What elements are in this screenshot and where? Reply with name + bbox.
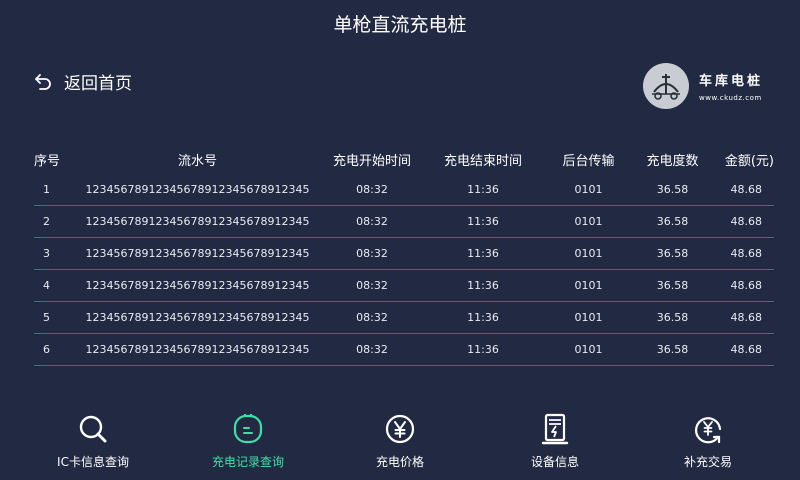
column-header-energy: 充电度数 — [646, 153, 699, 169]
nav-charging-record-query[interactable]: 充电记录查询 — [183, 412, 313, 470]
cell-amount: 48.68 — [730, 311, 763, 324]
table-row[interactable]: 4 12345678912345678912345678912345 08:32… — [34, 270, 774, 302]
cell-energy: 36.58 — [656, 183, 689, 196]
column-header-amount: 金额(元) — [724, 153, 774, 169]
cell-energy: 36.58 — [656, 279, 689, 292]
charger-device-icon — [541, 413, 569, 445]
back-arrow-icon — [35, 73, 51, 90]
table-row[interactable]: 1 12345678912345678912345678912345 08:32… — [34, 174, 774, 206]
nav-charging-price[interactable]: 充电价格 — [335, 412, 465, 470]
cell-amount: 48.68 — [730, 183, 763, 196]
cell-index: 6 — [43, 343, 50, 356]
bottom-navigation: IC卡信息查询 充电记录查询 充电价格 设备信息 补充交易 — [0, 412, 800, 480]
cell-energy: 36.58 — [656, 247, 689, 260]
cell-end-time: 11:36 — [467, 343, 499, 356]
cell-backend-transfer: 0101 — [574, 311, 603, 324]
nav-supplementary-transaction-label: 补充交易 — [683, 455, 732, 469]
table-header: 序号 流水号 充电开始时间 充电结束时间 后台传输 充电度数 金额(元) — [34, 148, 774, 170]
cell-start-time: 08:32 — [356, 279, 388, 292]
cell-index: 3 — [43, 247, 50, 260]
table-row[interactable]: 5 12345678912345678912345678912345 08:32… — [34, 302, 774, 334]
yuan-icon — [385, 414, 415, 444]
column-header-serial: 流水号 — [177, 153, 217, 169]
cell-start-time: 08:32 — [356, 247, 388, 260]
cell-end-time: 11:36 — [467, 311, 499, 324]
brand-logo: 车库电桩 www.ckudz.com — [643, 63, 763, 109]
table-row[interactable]: 6 12345678912345678912345678912345 08:32… — [34, 334, 774, 366]
cell-index: 2 — [43, 215, 50, 228]
transaction-icon — [694, 417, 722, 444]
cell-end-time: 11:36 — [467, 215, 499, 228]
nav-ic-card-query-label: IC卡信息查询 — [57, 455, 129, 469]
cell-start-time: 08:32 — [356, 215, 388, 228]
logo-emblem-icon — [643, 63, 689, 109]
table-row[interactable]: 2 12345678912345678912345678912345 08:32… — [34, 206, 774, 238]
back-home-label: 返回首页 — [64, 74, 132, 94]
nav-device-info-label: 设备信息 — [530, 455, 579, 469]
cell-start-time: 08:32 — [356, 183, 388, 196]
cell-backend-transfer: 0101 — [574, 183, 603, 196]
cell-serial: 12345678912345678912345678912345 — [85, 183, 310, 196]
logo-name: 车库电桩 — [699, 74, 764, 89]
search-icon — [79, 415, 107, 443]
page-title: 单枪直流充电桩 — [333, 14, 467, 36]
nav-charging-record-query-label: 充电记录查询 — [211, 455, 284, 469]
cell-serial: 12345678912345678912345678912345 — [85, 215, 310, 228]
cell-backend-transfer: 0101 — [574, 215, 603, 228]
cell-serial: 12345678912345678912345678912345 — [85, 311, 310, 324]
cell-amount: 48.68 — [730, 279, 763, 292]
nav-ic-card-query[interactable]: IC卡信息查询 — [28, 412, 158, 470]
cell-index: 4 — [43, 279, 50, 292]
cell-index: 1 — [43, 183, 50, 196]
cell-energy: 36.58 — [656, 343, 689, 356]
record-icon — [233, 414, 263, 444]
charging-record-table: 序号 流水号 充电开始时间 充电结束时间 后台传输 充电度数 金额(元) 1 1… — [34, 148, 774, 366]
nav-device-info[interactable]: 设备信息 — [490, 412, 620, 470]
cell-serial: 12345678912345678912345678912345 — [85, 247, 310, 260]
cell-index: 5 — [43, 311, 50, 324]
cell-serial: 12345678912345678912345678912345 — [85, 279, 310, 292]
column-header-end-time: 充电结束时间 — [443, 153, 522, 169]
cell-energy: 36.58 — [656, 311, 689, 324]
cell-backend-transfer: 0101 — [574, 279, 603, 292]
cell-amount: 48.68 — [730, 343, 763, 356]
logo-url: www.ckudz.com — [699, 94, 762, 102]
cell-end-time: 11:36 — [467, 247, 499, 260]
cell-start-time: 08:32 — [356, 311, 388, 324]
cell-end-time: 11:36 — [467, 279, 499, 292]
column-header-start-time: 充电开始时间 — [332, 153, 411, 169]
nav-charging-price-label: 充电价格 — [375, 455, 424, 469]
cell-end-time: 11:36 — [467, 183, 499, 196]
cell-backend-transfer: 0101 — [574, 343, 603, 356]
cell-backend-transfer: 0101 — [574, 247, 603, 260]
cell-energy: 36.58 — [656, 215, 689, 228]
table-row[interactable]: 3 12345678912345678912345678912345 08:32… — [34, 238, 774, 270]
column-header-index: 序号 — [34, 153, 61, 169]
back-home-button[interactable]: 返回首页 — [34, 69, 132, 94]
cell-amount: 48.68 — [730, 247, 763, 260]
nav-supplementary-transaction[interactable]: 补充交易 — [643, 412, 773, 470]
cell-start-time: 08:32 — [356, 343, 388, 356]
cell-serial: 12345678912345678912345678912345 — [85, 343, 310, 356]
column-header-backend-transfer: 后台传输 — [562, 153, 615, 169]
cell-amount: 48.68 — [730, 215, 763, 228]
